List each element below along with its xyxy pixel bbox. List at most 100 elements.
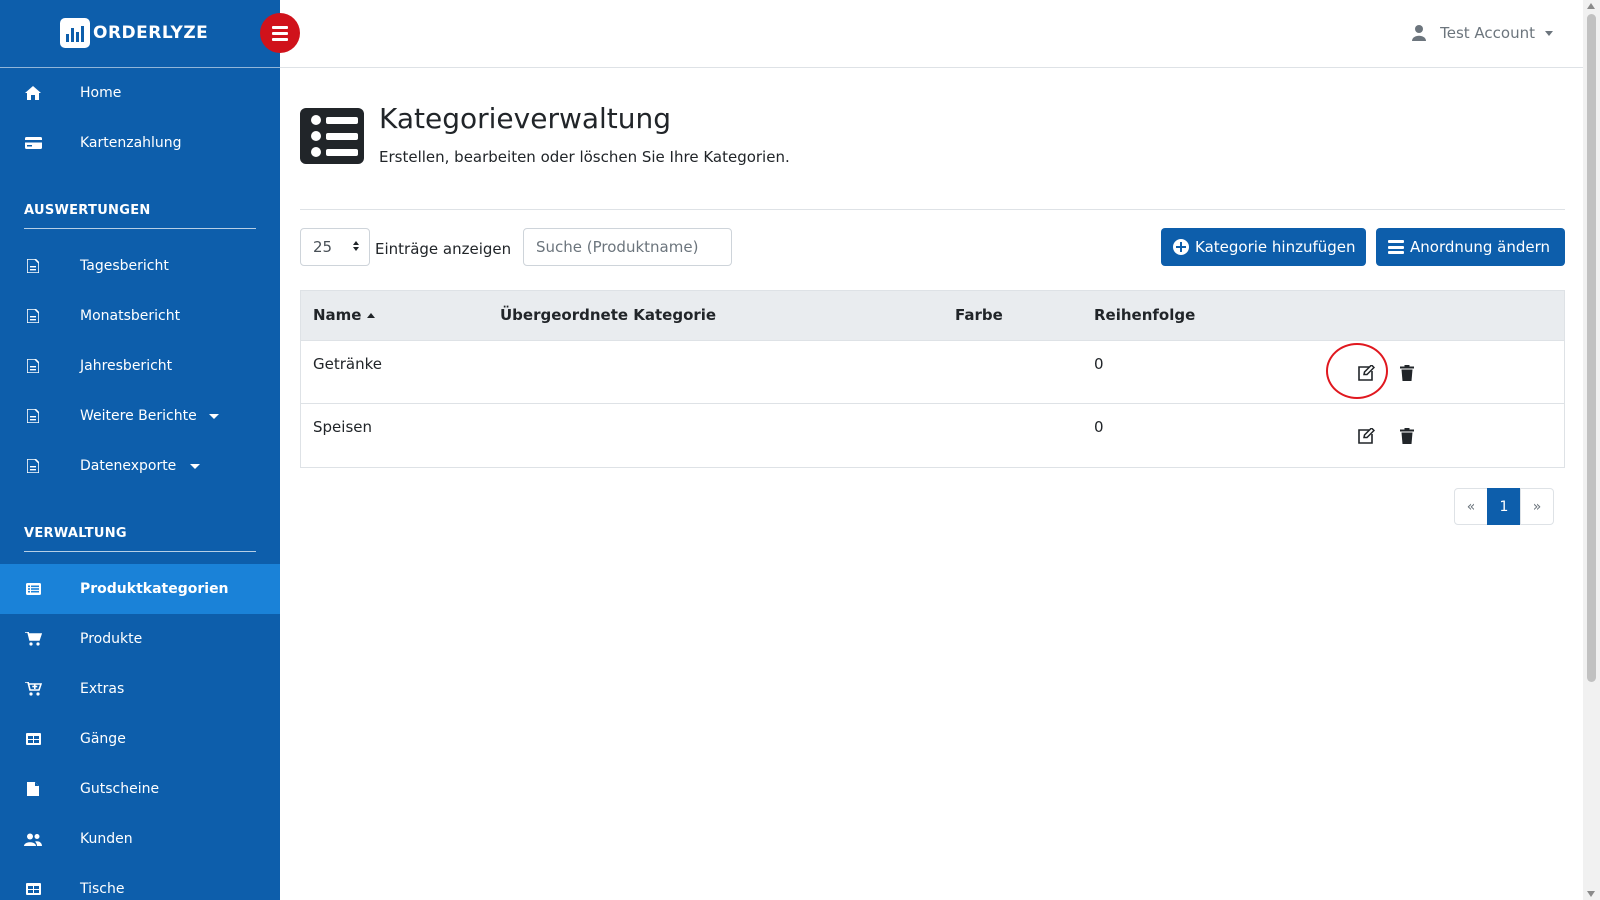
cart-plus-icon	[24, 681, 42, 697]
credit-card-icon	[24, 135, 42, 151]
sidebar-item-label: Tische	[80, 881, 125, 897]
sidebar-item-gaenge[interactable]: Gänge	[0, 714, 280, 764]
top-bar: Test Account	[280, 0, 1583, 68]
page-length-select[interactable]: 25	[300, 228, 370, 266]
sidebar-item-label: Gutscheine	[80, 781, 160, 797]
page-length-label: Einträge anzeigen	[375, 240, 512, 258]
page-header: Kategorieverwaltung Erstellen, bearbeite…	[300, 68, 1565, 210]
sidebar-item-label: Tagesbericht	[80, 258, 169, 274]
plus-circle-icon	[1173, 239, 1189, 255]
pagination-page[interactable]: 1	[1487, 488, 1521, 525]
table-toolbar: 25 Einträge anzeigen Kategorie hinzufüge…	[300, 210, 1565, 290]
sidebar-item-datenexporte[interactable]: Datenexporte	[0, 441, 280, 491]
sidebar-reports-nav: Tagesbericht Monatsbericht Jahresbericht…	[0, 241, 280, 491]
logo-mark-icon	[60, 18, 90, 48]
scrollbar-thumb[interactable]	[1587, 14, 1596, 682]
sidebar-item-label: Datenexporte	[80, 458, 177, 474]
change-order-button[interactable]: Anordnung ändern	[1376, 228, 1565, 266]
page-subtitle: Erstellen, bearbeiten oder löschen Sie I…	[379, 148, 790, 166]
pagination-next[interactable]: »	[1520, 488, 1554, 525]
add-category-label: Kategorie hinzufügen	[1195, 238, 1356, 256]
delete-button[interactable]	[1396, 426, 1418, 446]
sidebar-item-label: Gänge	[80, 731, 126, 747]
table-header: Name Übergeordnete Kategorie Farbe Reihe…	[301, 291, 1564, 341]
select-arrows-icon	[353, 241, 359, 251]
section-title-admin: VERWALTUNG	[24, 525, 127, 541]
scroll-down-arrow-icon[interactable]	[1587, 891, 1595, 897]
column-header-name[interactable]: Name	[313, 306, 376, 324]
users-icon	[24, 831, 42, 847]
file-icon	[24, 308, 42, 324]
sidebar-item-label: Extras	[80, 681, 125, 697]
cart-icon	[24, 631, 42, 647]
user-icon	[1412, 25, 1427, 41]
account-menu[interactable]: Test Account	[1412, 24, 1553, 42]
home-icon	[24, 85, 42, 101]
column-header-color[interactable]: Farbe	[955, 306, 1003, 324]
add-category-button[interactable]: Kategorie hinzufügen	[1161, 228, 1366, 266]
sidebar: ORDERLYZE Home Kartenzahlung AUSWERTUNGE…	[0, 0, 280, 900]
section-divider	[24, 228, 256, 229]
sidebar-item-gutscheine[interactable]: Gutscheine	[0, 764, 280, 814]
sidebar-item-label: Produkte	[80, 631, 143, 647]
sidebar-item-tagesbericht[interactable]: Tagesbericht	[0, 241, 280, 291]
chevron-down-icon	[1545, 30, 1553, 36]
table-row: Getränke 0	[301, 341, 1564, 404]
edit-button[interactable]	[1355, 363, 1377, 383]
search-input[interactable]	[523, 228, 732, 266]
sidebar-item-label: Jahresbericht	[80, 358, 173, 374]
edit-icon	[1358, 364, 1375, 381]
sidebar-item-monatsbericht[interactable]: Monatsbericht	[0, 291, 280, 341]
bars-icon	[1388, 240, 1404, 254]
page-length-value: 25	[313, 238, 333, 256]
list-icon	[24, 581, 42, 597]
sidebar-item-label: Weitere Berichte	[80, 408, 197, 424]
chevron-down-icon	[190, 464, 200, 469]
column-header-parent[interactable]: Übergeordnete Kategorie	[500, 306, 716, 324]
trash-icon	[1400, 428, 1414, 444]
file-icon	[24, 458, 42, 474]
sidebar-item-label: Kunden	[80, 831, 133, 847]
cell-name: Speisen	[313, 418, 372, 436]
sidebar-item-label: Kartenzahlung	[80, 135, 182, 151]
sidebar-item-label: Monatsbericht	[80, 308, 181, 324]
table-icon	[24, 881, 42, 897]
categories-table: Name Übergeordnete Kategorie Farbe Reihe…	[300, 290, 1565, 468]
file-icon	[24, 408, 42, 424]
sidebar-item-home[interactable]: Home	[0, 68, 280, 118]
page-title: Kategorieverwaltung	[379, 102, 672, 135]
cell-order: 0	[1094, 355, 1104, 373]
trash-icon	[1400, 365, 1414, 381]
sidebar-item-weitere-berichte[interactable]: Weitere Berichte	[0, 391, 280, 441]
scroll-up-arrow-icon[interactable]	[1587, 3, 1595, 9]
account-name: Test Account	[1440, 24, 1535, 42]
menu-toggle-button[interactable]	[260, 13, 300, 53]
sidebar-item-label: Home	[80, 85, 122, 101]
main-content: Kategorieverwaltung Erstellen, bearbeite…	[300, 68, 1565, 525]
edit-button[interactable]	[1355, 426, 1377, 446]
sidebar-admin-nav: Produktkategorien Produkte Extras Gänge …	[0, 564, 280, 900]
sidebar-top-nav: Home Kartenzahlung	[0, 68, 280, 168]
sidebar-item-tische[interactable]: Tische	[0, 864, 280, 900]
section-title-reports: AUSWERTUNGEN	[24, 202, 151, 218]
sidebar-item-jahresbericht[interactable]: Jahresbericht	[0, 341, 280, 391]
sort-asc-icon	[367, 313, 376, 318]
edit-icon	[1358, 427, 1375, 444]
table-row: Speisen 0	[301, 404, 1564, 467]
sidebar-item-kunden[interactable]: Kunden	[0, 814, 280, 864]
cell-order: 0	[1094, 418, 1104, 436]
brand-bar: ORDERLYZE	[0, 0, 280, 68]
column-header-order[interactable]: Reihenfolge	[1094, 306, 1195, 324]
delete-button[interactable]	[1396, 363, 1418, 383]
sidebar-item-extras[interactable]: Extras	[0, 664, 280, 714]
pagination-prev[interactable]: «	[1454, 488, 1488, 525]
sidebar-item-produkte[interactable]: Produkte	[0, 614, 280, 664]
table-icon	[24, 731, 42, 747]
sidebar-item-kartenzahlung[interactable]: Kartenzahlung	[0, 118, 280, 168]
sidebar-item-produktkategorien[interactable]: Produktkategorien	[0, 564, 280, 614]
cell-name: Getränke	[313, 355, 382, 373]
page-scrollbar[interactable]	[1583, 0, 1600, 900]
document-icon	[24, 781, 42, 797]
orderlyze-logo[interactable]: ORDERLYZE	[60, 18, 208, 48]
file-icon	[24, 258, 42, 274]
